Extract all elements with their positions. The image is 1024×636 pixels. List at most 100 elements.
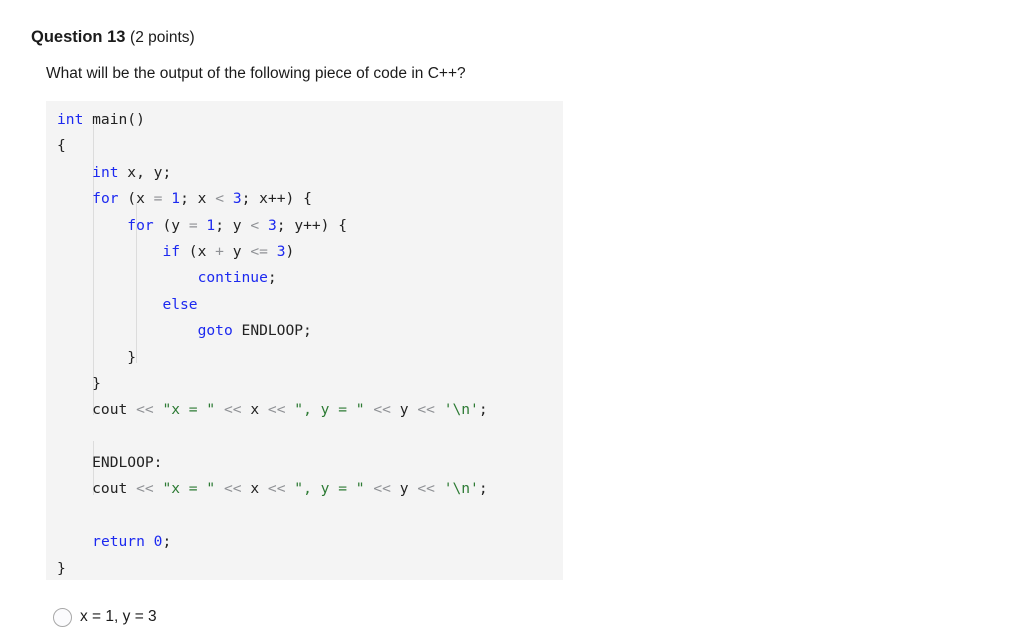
code-line: continue; [46, 265, 563, 291]
code-token-kw: int [57, 111, 84, 128]
answer-option[interactable]: x = 1, y = 3 [53, 607, 157, 627]
code-token-pl: ENDLOOP; [232, 322, 312, 340]
code-token-op: << [373, 401, 391, 419]
code-token-pl: y [390, 480, 418, 498]
code-token-str: ", y = " [294, 401, 365, 419]
code-token-op: < [215, 190, 225, 208]
code-token-op: + [215, 242, 224, 260]
code-token-num: 1 [206, 216, 216, 234]
code-token-pl: ; x [180, 190, 216, 208]
code-token-op: < [250, 216, 260, 234]
code-token-pl: y [390, 401, 418, 419]
question-header: Question 13 (2 points) [31, 26, 195, 49]
code-line: int x, y; [46, 160, 563, 186]
code-line: for (x = 1; x < 3; x++) { [46, 186, 563, 212]
code-token-str: '\n' [443, 480, 479, 498]
code-token-op: << [136, 480, 154, 498]
code-line: int main() [46, 107, 563, 133]
code-line: return 0; [46, 529, 563, 555]
code-line: cout << "x = " << x << ", y = " << y << … [46, 476, 563, 502]
code-token-pl: { [57, 137, 66, 155]
code-token-op: = [188, 216, 198, 234]
code-token-pl: x [241, 480, 268, 498]
code-token-kw: goto [197, 322, 233, 340]
code-token-pl: (y [153, 216, 189, 234]
question-points: (2 points) [130, 29, 195, 46]
code-line: if (x + y <= 3) [46, 239, 563, 265]
code-token-pl: x [241, 401, 268, 419]
code-token-num: 3 [276, 242, 286, 260]
code-token-kw: else [162, 295, 198, 313]
code-token-num: 3 [267, 216, 277, 234]
code-line: cout << "x = " << x << ", y = " << y << … [46, 397, 563, 423]
code-token-op: << [417, 401, 435, 419]
code-token-pl: (x [118, 190, 154, 208]
code-token-pl: } [57, 374, 101, 392]
code-token-kw: for [92, 190, 119, 208]
code-token-pl: ; y++) { [276, 216, 348, 234]
code-token-pl: cout [57, 401, 137, 419]
code-token-op: << [417, 480, 435, 498]
code-line: { [46, 133, 563, 159]
code-token-pl: main() [83, 111, 145, 128]
code-token-pl: ) [285, 242, 295, 260]
code-token-pl: y [223, 242, 251, 260]
code-token-pl: cout [57, 480, 137, 498]
code-token-str: '\n' [443, 401, 479, 419]
code-token-op: << [223, 480, 242, 498]
code-token-kw: if [162, 242, 181, 260]
code-token-str: ", y = " [294, 480, 365, 498]
code-token-pl: } [57, 559, 66, 577]
code-token-pl: ENDLOOP: [57, 454, 163, 472]
code-token-op: << [267, 480, 286, 498]
code-line: for (y = 1; y < 3; y++) { [46, 213, 563, 239]
code-listing: int main(){ int x, y; for (x = 1; x < 3;… [46, 101, 563, 580]
code-token-op: <= [250, 242, 268, 260]
answer-option-label: x = 1, y = 3 [80, 608, 157, 625]
code-token-kw: continue [197, 269, 268, 287]
code-token-pl: ; y [215, 216, 251, 234]
code-token-pl: } [57, 348, 137, 366]
code-token-pl: ; [478, 480, 488, 498]
code-token-str: "x = " [162, 401, 216, 419]
code-line: else [46, 292, 563, 318]
code-token-pl: (x [180, 242, 216, 260]
code-token-pl: ; [162, 533, 172, 551]
code-token-num: 1 [171, 190, 181, 208]
code-token-op: << [223, 401, 242, 419]
code-line: } [46, 556, 563, 580]
question-title: Question 13 [31, 28, 126, 46]
code-line: goto ENDLOOP; [46, 318, 563, 344]
code-token-pl: ; [478, 401, 488, 419]
radio-button-icon[interactable] [53, 607, 72, 627]
code-token-op: << [373, 480, 391, 498]
code-token-pl: x, y; [118, 163, 172, 181]
code-line: } [46, 345, 563, 371]
code-token-kw: int [92, 163, 119, 181]
code-token-pl: ; [267, 269, 277, 287]
code-token-kw: return [92, 533, 145, 551]
code-line: } [46, 371, 563, 397]
code-line: ENDLOOP: [46, 450, 563, 476]
code-token-pl: ; x++) { [241, 190, 312, 208]
code-token-num: 3 [232, 190, 242, 208]
code-token-op: << [136, 401, 154, 419]
